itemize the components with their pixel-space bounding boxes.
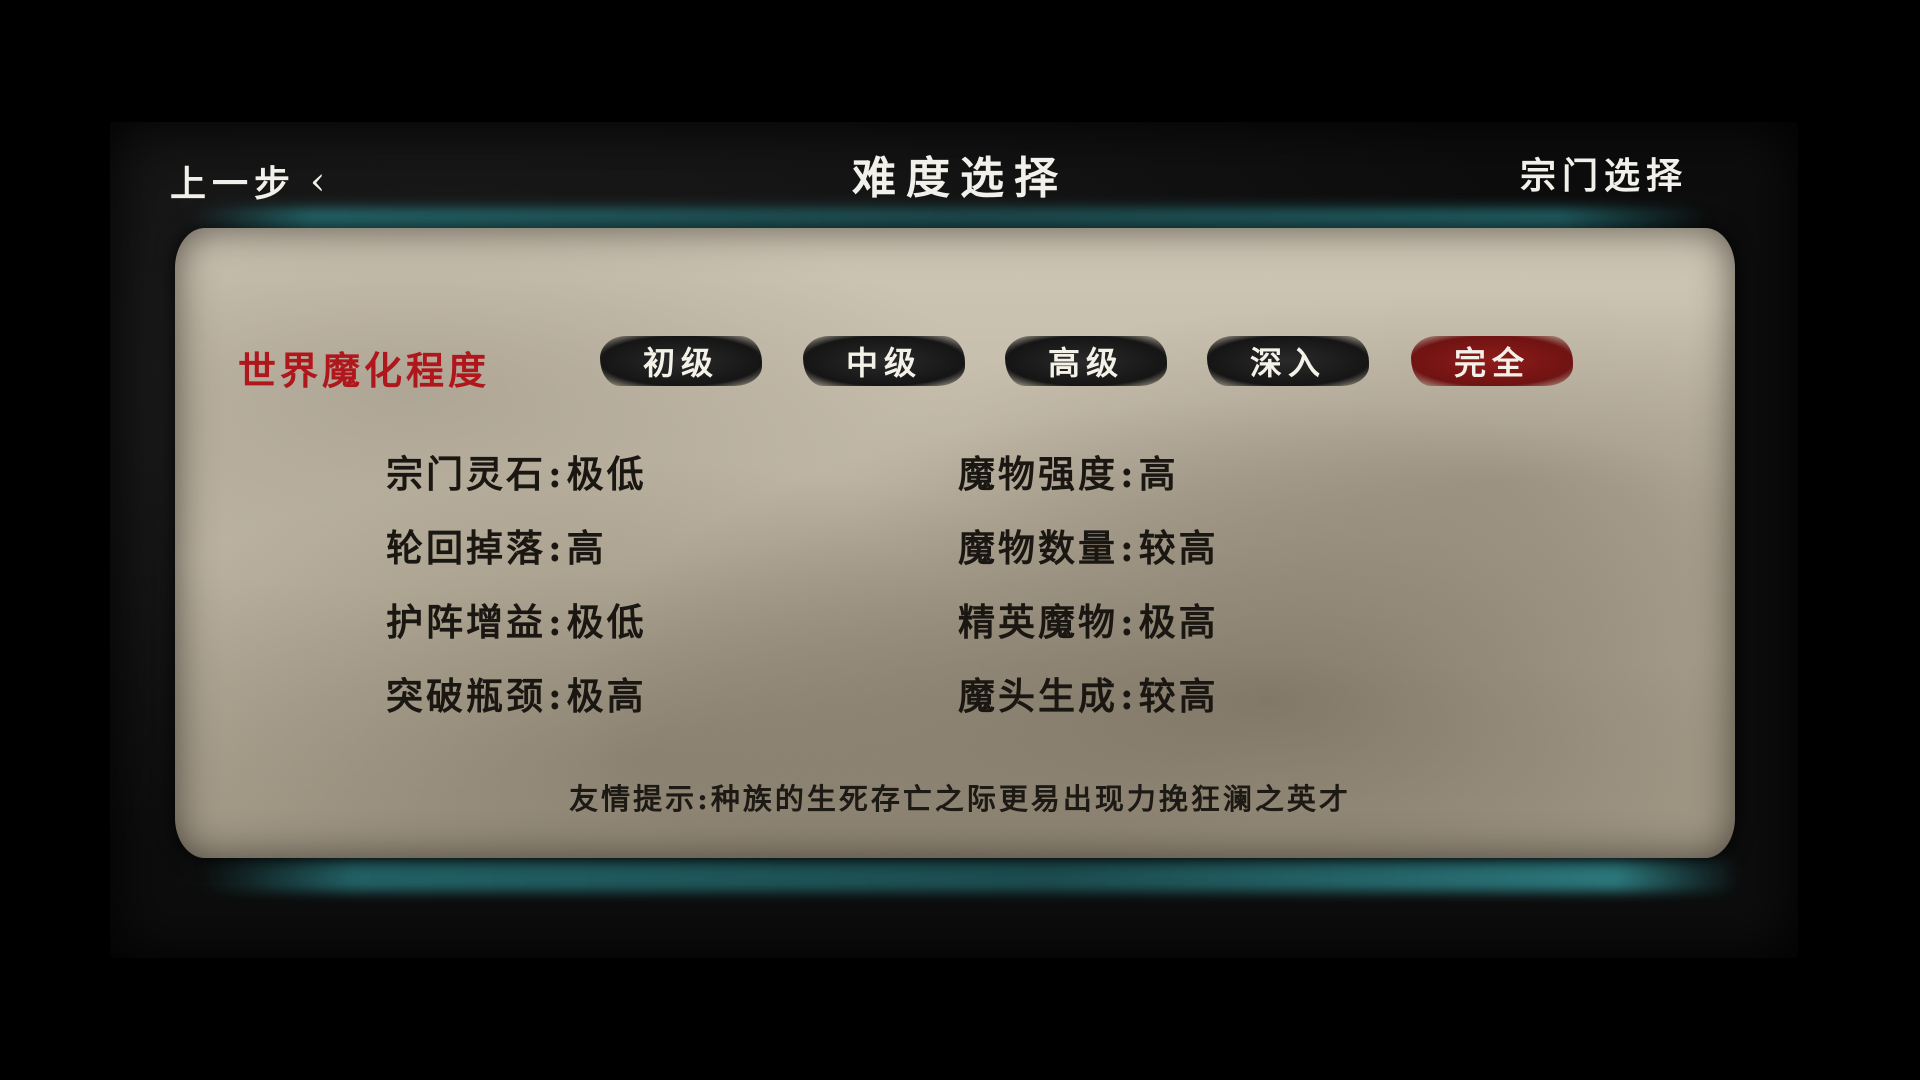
stat-demon-lord-spawn: 魔头生成:较高 [958, 666, 1219, 720]
stat-value: 较高 [1138, 526, 1219, 570]
stat-array-bonus: 护阵增益:极低 [386, 592, 647, 646]
stat-separator: : [548, 452, 565, 496]
stat-name: 魔物数量 [958, 526, 1118, 570]
stat-name: 护阵增益 [386, 600, 546, 644]
stat-value: 极高 [1138, 600, 1219, 644]
stat-separator: : [1120, 526, 1137, 570]
stat-separator: : [1120, 600, 1137, 644]
next-button[interactable]: 宗门选择 [1520, 147, 1688, 199]
stat-breakthrough-bottleneck: 突破瓶颈:极高 [386, 666, 647, 720]
stat-name: 魔物强度 [958, 452, 1118, 496]
stat-name: 突破瓶颈 [386, 674, 546, 718]
stat-value: 极低 [566, 600, 647, 644]
level-button-basic[interactable]: 初级 [600, 336, 762, 386]
stat-value: 高 [1138, 452, 1179, 496]
stat-separator: : [548, 526, 565, 570]
stat-value: 极低 [566, 452, 647, 496]
stat-value: 高 [566, 526, 607, 570]
stat-name: 宗门灵石 [386, 452, 546, 496]
stat-sect-spirit-stones: 宗门灵石:极低 [386, 444, 647, 498]
stat-monster-strength: 魔物强度:高 [958, 444, 1179, 498]
stat-separator: : [1120, 452, 1137, 496]
corruption-level-label: 世界魔化程度 [238, 348, 491, 393]
teal-brush-stroke-bottom [200, 858, 1740, 892]
level-button-deep[interactable]: 深入 [1207, 336, 1369, 386]
stat-elite-monsters: 精英魔物:极高 [958, 592, 1219, 646]
stat-reincarnation-drops: 轮回掉落:高 [386, 518, 607, 572]
level-button-intermediate[interactable]: 中级 [803, 336, 965, 386]
level-button-advanced[interactable]: 高级 [1005, 336, 1167, 386]
stat-separator: : [548, 674, 565, 718]
stat-value: 较高 [1138, 674, 1219, 718]
friendly-tip: 友情提示:种族的生死存亡之际更易出现力挽狂澜之英才 [569, 782, 1351, 816]
stat-monster-count: 魔物数量:较高 [958, 518, 1219, 572]
stat-name: 魔头生成 [958, 674, 1118, 718]
stat-value: 极高 [566, 674, 647, 718]
level-button-complete[interactable]: 完全 [1411, 336, 1573, 386]
stat-separator: : [1120, 674, 1137, 718]
stat-name: 精英魔物 [958, 600, 1118, 644]
difficulty-screen: 上一步 ‹ 难度选择 宗门选择 世界魔化程度 初级 中级 高级 深入 完全 宗门… [0, 0, 1920, 1080]
stat-separator: : [548, 600, 565, 644]
stat-name: 轮回掉落 [386, 526, 546, 570]
